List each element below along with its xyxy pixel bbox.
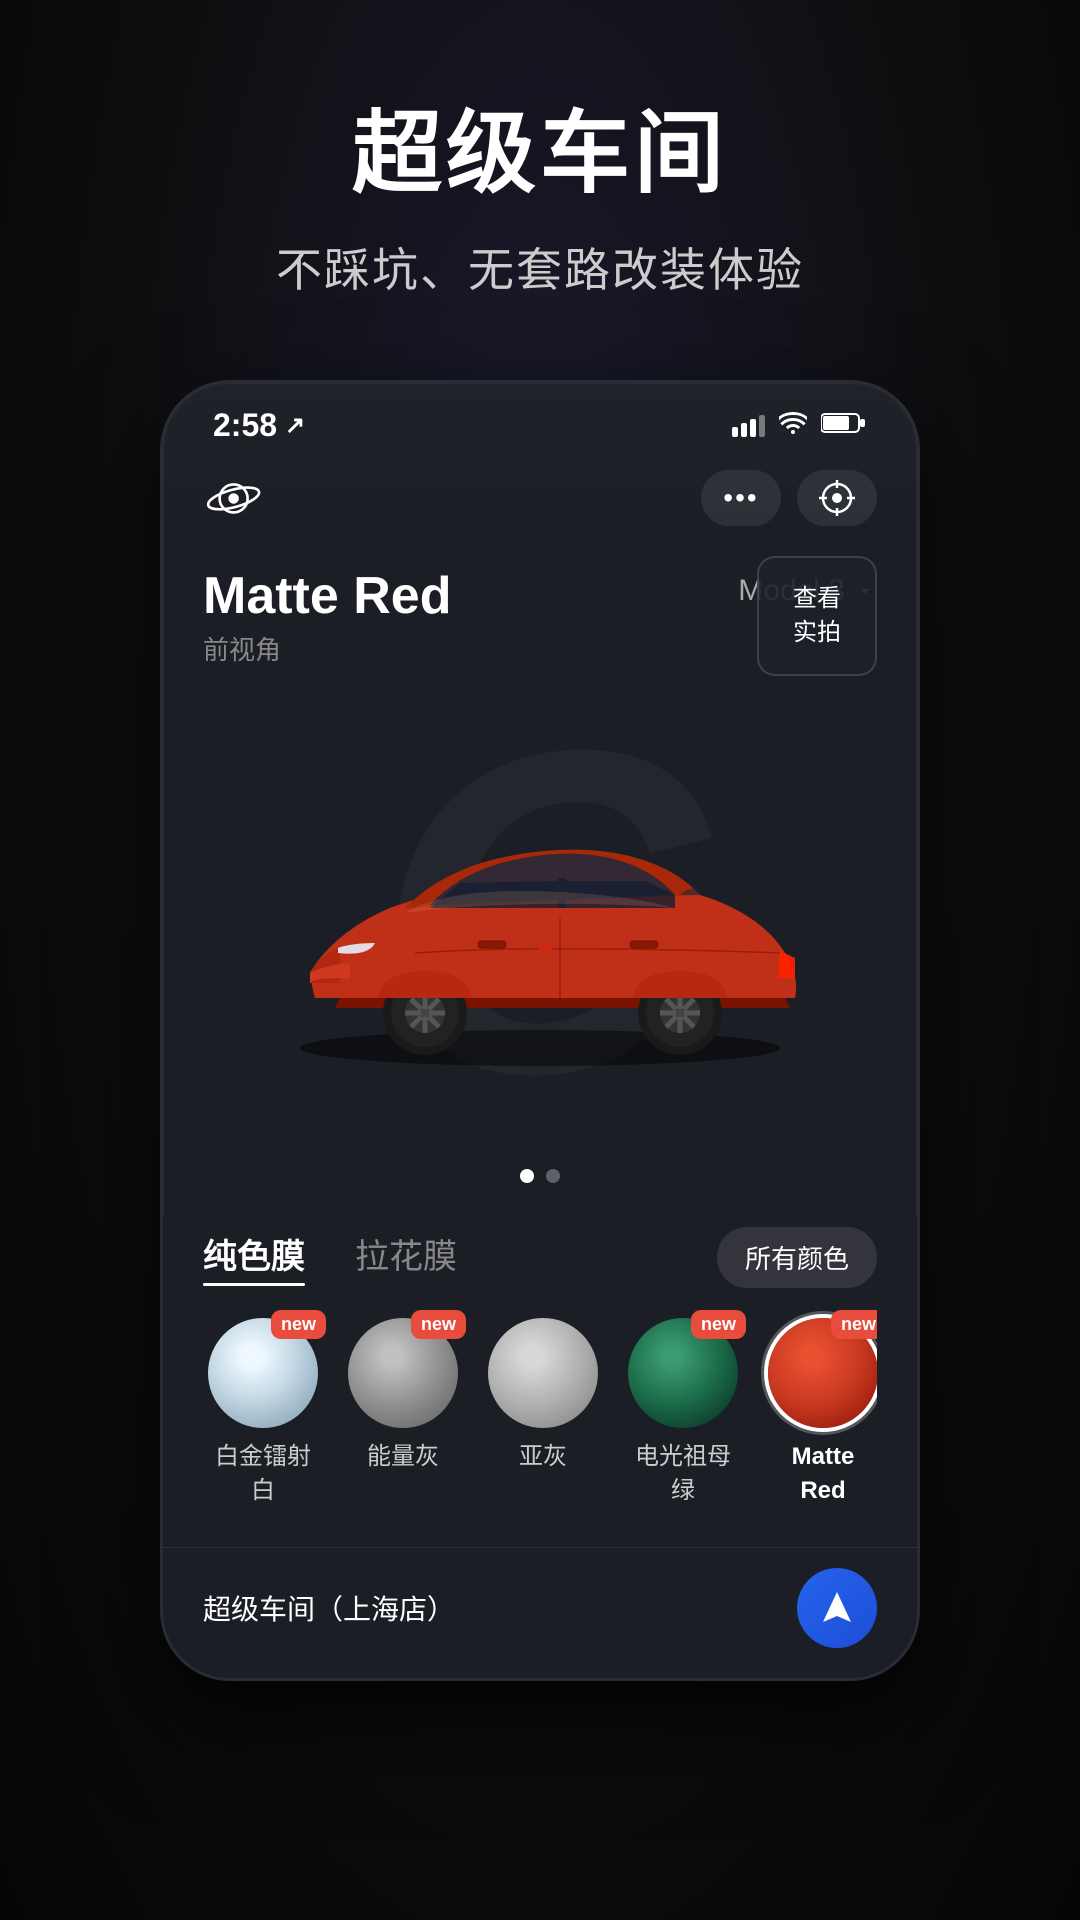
tab-pattern-film[interactable]: 拉花膜: [355, 1229, 457, 1286]
swatch-energy-gray[interactable]: new 能量灰: [343, 1318, 463, 1507]
header-actions: •••: [701, 470, 877, 526]
car-angle-label: 前视角: [203, 630, 451, 667]
film-tabs-header: 纯色膜 拉花膜 所有颜色: [203, 1227, 877, 1288]
car-view-section: Matte Red 前视角 Model 3 查看实拍: [163, 546, 917, 1217]
page-dot-inactive: [546, 1169, 560, 1183]
swatch-electric-green[interactable]: new 电光祖母 绿: [623, 1318, 743, 1507]
all-colors-button[interactable]: 所有颜色: [717, 1227, 877, 1288]
phone-frame: 2:58 ↗: [160, 380, 920, 1681]
swatch-matte-red[interactable]: new Matte Red: [763, 1318, 877, 1507]
color-swatches-container: new 白金镭射 白 new 能量: [203, 1308, 877, 1527]
new-badge: new: [411, 1310, 466, 1339]
swatch-label: Matte Red: [792, 1440, 855, 1507]
page-indicator: [203, 1153, 877, 1207]
film-tabs-section: 纯色膜 拉花膜 所有颜色: [163, 1217, 917, 1547]
real-photo-button[interactable]: 查看实拍: [757, 556, 877, 676]
bottom-bar: 超级车间（上海店）: [163, 1547, 917, 1678]
page-dot-active: [520, 1169, 534, 1183]
status-time: 2:58 ↗: [213, 407, 305, 444]
page-title: 超级车间: [60, 80, 1020, 210]
signal-icon: [732, 415, 765, 437]
app-logo[interactable]: [203, 473, 273, 523]
target-icon: [819, 480, 855, 516]
car-name-section: Matte Red 前视角: [203, 566, 451, 667]
app-header: •••: [163, 454, 917, 546]
tab-solid-film[interactable]: 纯色膜: [203, 1229, 305, 1286]
car-display-area: C: [203, 673, 877, 1153]
status-icons: [732, 412, 867, 439]
navigation-button[interactable]: [797, 1568, 877, 1648]
wifi-icon: [779, 412, 807, 439]
more-button[interactable]: •••: [701, 470, 781, 526]
new-badge: new: [831, 1310, 877, 1339]
page-subtitle: 不踩坑、无套路改装体验: [60, 234, 1020, 300]
swatch-sub-gray[interactable]: 亚灰: [483, 1318, 603, 1507]
page-header: 超级车间 不踩坑、无套路改装体验: [0, 0, 1080, 340]
car-name: Matte Red: [203, 566, 451, 626]
scan-button[interactable]: [797, 470, 877, 526]
new-badge: new: [271, 1310, 326, 1339]
swatch-label: 白金镭射 白: [215, 1440, 311, 1507]
car-image: [230, 743, 850, 1083]
location-icon: ↗: [285, 411, 305, 440]
swatch-platinum-white[interactable]: new 白金镭射 白: [203, 1318, 323, 1507]
swatch-label: 亚灰: [519, 1440, 567, 1474]
shop-name: 超级车间（上海店）: [203, 1588, 455, 1628]
battery-icon: [821, 412, 867, 439]
real-photo-label: 查看实拍: [793, 582, 841, 649]
swatch-label: 电光祖母 绿: [635, 1440, 731, 1507]
film-tabs: 纯色膜 拉花膜: [203, 1229, 457, 1286]
navigation-icon: [817, 1588, 857, 1628]
phone-mockup: 2:58 ↗: [160, 380, 920, 1920]
swatch-label: 能量灰: [367, 1440, 439, 1474]
swatch-circle: [488, 1318, 598, 1428]
status-bar: 2:58 ↗: [163, 383, 917, 454]
new-badge: new: [691, 1310, 746, 1339]
